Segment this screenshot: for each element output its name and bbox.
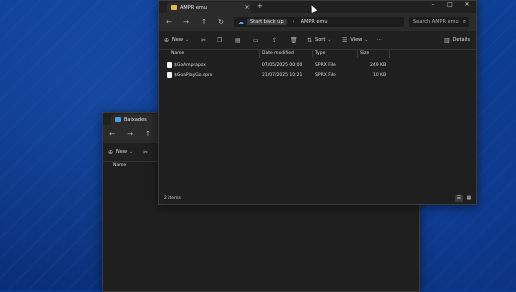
up-button[interactable]: ↑ (143, 129, 153, 139)
breadcrumb-current[interactable]: AMPR emu (301, 19, 328, 25)
chevron-down-icon: ⌄ (128, 149, 134, 155)
file-size: 249 KB (370, 63, 387, 68)
download-folder-icon (115, 117, 121, 122)
details-button[interactable]: ▥ Details (444, 35, 470, 45)
status-bar: 2 items ☰ ▦ (159, 194, 476, 204)
new-plus-icon: ⊕ (164, 36, 170, 44)
column-divider[interactable] (312, 50, 313, 58)
breadcrumb-start[interactable]: Start back up (247, 19, 287, 25)
column-type[interactable]: Type (315, 51, 325, 56)
column-divider[interactable] (357, 50, 358, 58)
forward-button[interactable]: → (181, 17, 191, 27)
up-button[interactable]: ↑ (199, 17, 209, 27)
column-name[interactable]: Name (113, 163, 126, 168)
column-date-modified[interactable]: Date modified (262, 51, 294, 56)
sort-button[interactable]: ⇅ Sort ⌄ (307, 35, 331, 45)
rename-icon: ▭ (253, 36, 259, 44)
file-date: 21/07/2025 10:21 (262, 73, 303, 78)
column-size[interactable]: Size (360, 51, 369, 56)
file-row[interactable]: $GoaPlayGo.sprx 21/07/2025 10:21 SPRX Fi… (159, 71, 476, 80)
new-tab-button[interactable]: + (257, 2, 263, 10)
trash-icon: 🗑 (290, 36, 298, 44)
address-bar[interactable]: ☁ Start back up › AMPR emu (234, 17, 404, 27)
column-divider[interactable] (259, 50, 260, 58)
details-pane-icon: ▥ (444, 36, 450, 44)
tiles-view-icon[interactable]: ▦ (465, 195, 473, 202)
navigation-bar: ← → ↑ ↻ ☁ Start back up › AMPR emu Searc… (159, 13, 476, 31)
maximize-button[interactable]: □ (444, 1, 456, 9)
view-button[interactable]: ☰ View ⌄ (342, 35, 368, 45)
item-count: 2 items (164, 196, 181, 201)
copy-icon: ❐ (217, 36, 223, 44)
file-type: SPRX File (315, 73, 336, 78)
close-window-button[interactable]: ✕ (461, 1, 473, 9)
rename-button[interactable]: ▭ (253, 35, 262, 45)
chevron-down-icon: ⌄ (364, 37, 369, 43)
share-button[interactable]: ⇪ (272, 35, 280, 45)
scissors-icon: ✂ (201, 36, 207, 44)
scissors-icon: ✂ (143, 148, 149, 156)
minimize-button[interactable]: – (427, 1, 439, 9)
delete-button[interactable]: 🗑 (290, 35, 301, 45)
clipboard-icon: ▤ (235, 36, 241, 44)
new-button[interactable]: ⊕ New ⌄ (164, 35, 189, 45)
file-name: $GoAmprapsx (174, 63, 206, 68)
view-icon: ☰ (342, 36, 348, 44)
file-size: 10 KB (373, 73, 387, 78)
new-plus-icon: ⊕ (108, 148, 114, 156)
back-button[interactable]: ← (164, 17, 174, 27)
file-type: SPRX File (315, 63, 336, 68)
breadcrumb-separator-icon: › (292, 19, 295, 25)
tab-title: AMPR emu (180, 4, 207, 11)
tab-ampr-emu[interactable]: AMPR emu × (167, 2, 251, 13)
refresh-button[interactable]: ↻ (216, 17, 226, 27)
close-tab-icon[interactable]: × (243, 4, 251, 11)
copy-button[interactable]: ❐ (217, 35, 225, 45)
details-view-icon[interactable]: ☰ (455, 195, 463, 202)
more-icon: ··· (377, 37, 382, 43)
file-icon (167, 72, 172, 78)
command-bar: ⊕ New ⌄ ✂ ❐ ▤ ▭ ⇪ 🗑 ⇅ Sort ⌄ ☰ View ⌄ ··… (159, 31, 476, 50)
column-header: Name Date modified Type Size (159, 49, 476, 59)
file-date: 07/05/2025 00:00 (262, 63, 303, 68)
new-button[interactable]: ⊕ New ⌄ (108, 147, 133, 157)
file-name: $GoaPlayGo.sprx (174, 73, 213, 78)
forward-button[interactable]: → (125, 129, 135, 139)
explorer-window-ampr-emu[interactable]: AMPR emu × + – □ ✕ ← → ↑ ↻ ☁ Start back … (158, 0, 477, 205)
cut-button[interactable]: ✂ (201, 35, 209, 45)
column-name[interactable]: Name (171, 51, 184, 56)
sort-icon: ⇅ (307, 36, 313, 44)
search-input[interactable]: Search AMPR emu (413, 19, 459, 25)
chevron-down-icon: ⌄ (184, 37, 190, 43)
file-row[interactable]: $GoAmprapsx 07/05/2025 00:00 SPRX File 2… (159, 61, 476, 70)
view-label: View (350, 37, 363, 43)
new-label: New (116, 149, 127, 155)
share-icon: ⇪ (272, 36, 278, 44)
titlebar[interactable]: AMPR emu × + – □ ✕ (159, 1, 476, 13)
more-options-button[interactable]: ··· (377, 35, 382, 45)
details-label: Details (452, 37, 471, 43)
back-button[interactable]: ← (107, 129, 117, 139)
file-icon (167, 62, 172, 68)
search-icon: ⌕ (462, 18, 467, 25)
folder-icon (171, 5, 177, 10)
cloud-icon: ☁ (238, 18, 244, 26)
search-box[interactable]: Search AMPR emu ⌕ (409, 17, 469, 27)
sort-label: Sort (315, 37, 326, 43)
column-divider[interactable] (389, 50, 390, 58)
new-label: New (172, 37, 183, 43)
chevron-down-icon: ⌄ (327, 37, 332, 43)
cut-button[interactable]: ✂ (143, 147, 151, 157)
paste-button[interactable]: ▤ (235, 35, 244, 45)
